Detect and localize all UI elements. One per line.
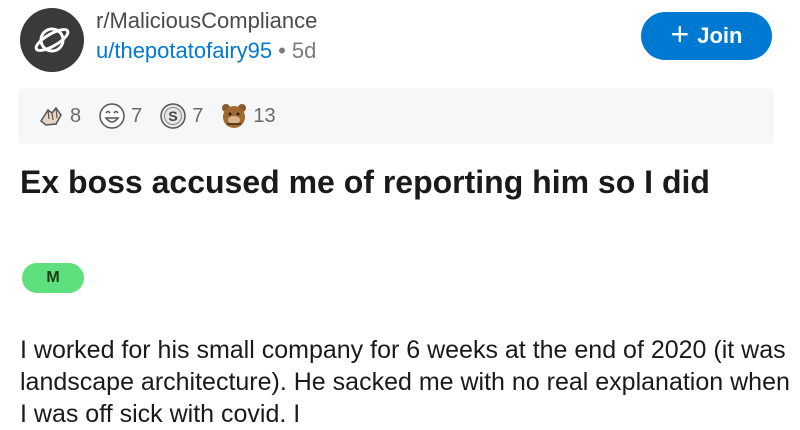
award-count: 13 — [253, 104, 276, 127]
post-meta: r/MaliciousCompliance u/thepotatofairy95… — [96, 8, 317, 66]
award-hands[interactable]: 8 — [36, 101, 81, 131]
post-flair[interactable]: M — [22, 263, 84, 293]
post-title[interactable]: Ex boss accused me of reporting him so I… — [20, 162, 760, 202]
hands-award-icon — [40, 106, 62, 126]
award-silver[interactable]: S 7 — [158, 101, 203, 131]
laughing-face-award-icon — [99, 103, 125, 129]
join-button[interactable]: + Join — [641, 12, 772, 60]
post-body: I worked for his small company for 6 wee… — [20, 336, 790, 428]
awards-bar[interactable]: 8 7 S 7 13 — [18, 88, 774, 144]
award-laughing[interactable]: 7 — [97, 101, 142, 131]
award-count: 7 — [131, 104, 143, 127]
award-count: 8 — [70, 104, 82, 127]
award-bear[interactable]: 13 — [219, 101, 276, 131]
bear-award-icon — [222, 104, 247, 128]
author-line: u/thepotatofairy95 • 5d — [96, 36, 317, 66]
subreddit-name[interactable]: r/MaliciousCompliance — [96, 8, 317, 34]
post-age: 5d — [291, 38, 317, 63]
svg-text:S: S — [169, 108, 178, 124]
silver-award-icon: S — [160, 103, 186, 129]
planet-icon — [34, 27, 70, 53]
author-username[interactable]: u/thepotatofairy95 — [96, 38, 272, 63]
join-label: Join — [697, 23, 743, 48]
award-count: 7 — [192, 104, 204, 127]
plus-icon: + — [670, 16, 690, 52]
subreddit-avatar[interactable] — [20, 8, 84, 72]
post-header: r/MaliciousCompliance u/thepotatofairy95… — [0, 0, 800, 80]
meta-separator: • — [278, 38, 286, 63]
